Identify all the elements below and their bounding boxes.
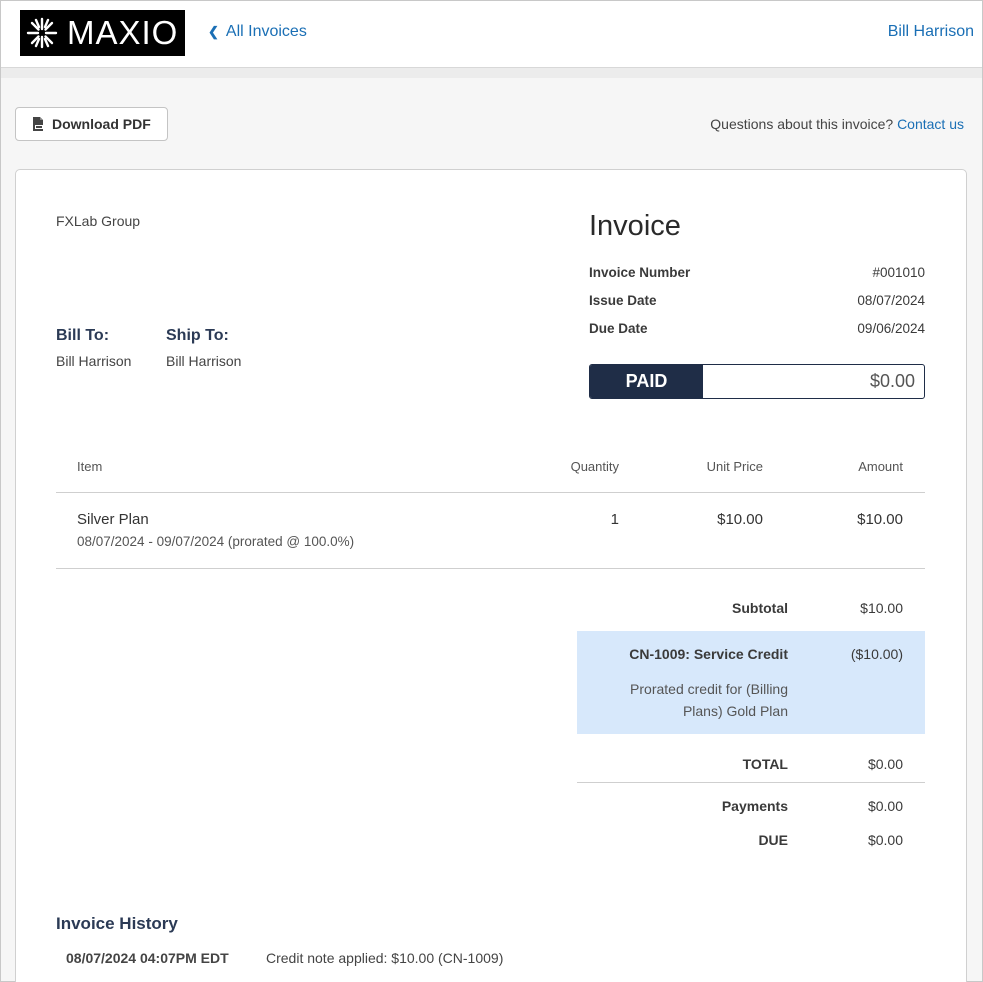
table-divider xyxy=(56,492,925,493)
all-invoices-link[interactable]: ❮ All Invoices xyxy=(208,23,307,41)
total-value: $0.00 xyxy=(867,756,903,772)
item-amount: $10.00 xyxy=(857,511,903,528)
all-invoices-label: All Invoices xyxy=(225,23,307,40)
invoice-card: FXLab Group Invoice Invoice Number #0010… xyxy=(15,169,967,982)
subtotal-label: Subtotal xyxy=(732,600,788,616)
bill-to-label: Bill To: xyxy=(56,327,110,344)
credit-desc-line: Plans) Gold Plan xyxy=(682,703,788,719)
maxio-logo[interactable]: MAXIO xyxy=(20,10,185,56)
ship-to-label: Ship To: xyxy=(166,327,229,344)
credit-note-label: CN-1009: Service Credit xyxy=(629,646,788,662)
payments-label: Payments xyxy=(721,798,788,814)
item-period: 08/07/2024 - 09/07/2024 (prorated @ 100.… xyxy=(77,534,355,549)
header-divider xyxy=(1,68,982,78)
subtotal-value: $10.00 xyxy=(860,600,903,616)
item-unit-price: $10.00 xyxy=(717,511,763,528)
credit-note-description: Prorated credit for (Billing Plans) Gold… xyxy=(577,678,788,722)
company-name: FXLab Group xyxy=(56,213,141,229)
meta-value: #001010 xyxy=(872,265,925,280)
invoice-history-title: Invoice History xyxy=(56,914,178,933)
meta-label: Issue Date xyxy=(589,293,657,308)
status-badge: PAID xyxy=(590,365,703,398)
chevron-left-icon: ❮ xyxy=(208,24,219,39)
total-label: TOTAL xyxy=(742,756,788,772)
payment-status-box: PAID $0.00 xyxy=(589,364,925,399)
meta-value: 09/06/2024 xyxy=(857,321,925,336)
download-pdf-label: Download PDF xyxy=(52,116,151,132)
questions-text: Questions about this invoice? xyxy=(710,116,894,132)
meta-label: Invoice Number xyxy=(589,265,691,280)
meta-label: Due Date xyxy=(589,321,648,336)
balance-amount: $0.00 xyxy=(869,371,915,391)
pdf-file-icon xyxy=(33,117,43,131)
credit-note-value: ($10.00) xyxy=(850,646,903,662)
history-entry-date: 08/07/2024 04:07PM EDT xyxy=(66,950,229,966)
table-divider xyxy=(56,568,925,569)
due-label: DUE xyxy=(758,832,788,848)
item-quantity: 1 xyxy=(610,511,619,528)
payments-value: $0.00 xyxy=(867,798,903,814)
column-header-unit-price: Unit Price xyxy=(706,459,763,474)
bill-to-name: Bill Harrison xyxy=(56,353,132,369)
brand-name: MAXIO xyxy=(67,14,179,51)
invoice-title: Invoice xyxy=(589,210,681,242)
totals-divider xyxy=(577,782,925,783)
issue-date-row: Issue Date 08/07/2024 xyxy=(589,293,925,308)
asterisk-logo-icon xyxy=(26,17,58,49)
item-name: Silver Plan xyxy=(77,511,149,528)
invoice-number-row: Invoice Number #001010 xyxy=(589,265,925,280)
due-date-row: Due Date 09/06/2024 xyxy=(589,321,925,336)
contact-us-link[interactable]: Contact us xyxy=(897,116,964,132)
due-value: $0.00 xyxy=(867,832,903,848)
history-entry-text: Credit note applied: $10.00 (CN-1009) xyxy=(266,950,504,966)
ship-to-name: Bill Harrison xyxy=(166,353,242,369)
download-pdf-button[interactable]: Download PDF xyxy=(15,107,168,141)
column-header-quantity: Quantity xyxy=(570,459,619,474)
column-header-amount: Amount xyxy=(858,459,903,474)
meta-value: 08/07/2024 xyxy=(857,293,925,308)
questions-line: Questions about this invoice? Contact us xyxy=(710,116,964,132)
column-header-item: Item xyxy=(77,459,103,474)
user-menu-link[interactable]: Bill Harrison xyxy=(888,23,974,41)
credit-desc-line: Prorated credit for (Billing xyxy=(630,681,788,697)
top-header: MAXIO ❮ All Invoices Bill Harrison xyxy=(1,1,982,68)
